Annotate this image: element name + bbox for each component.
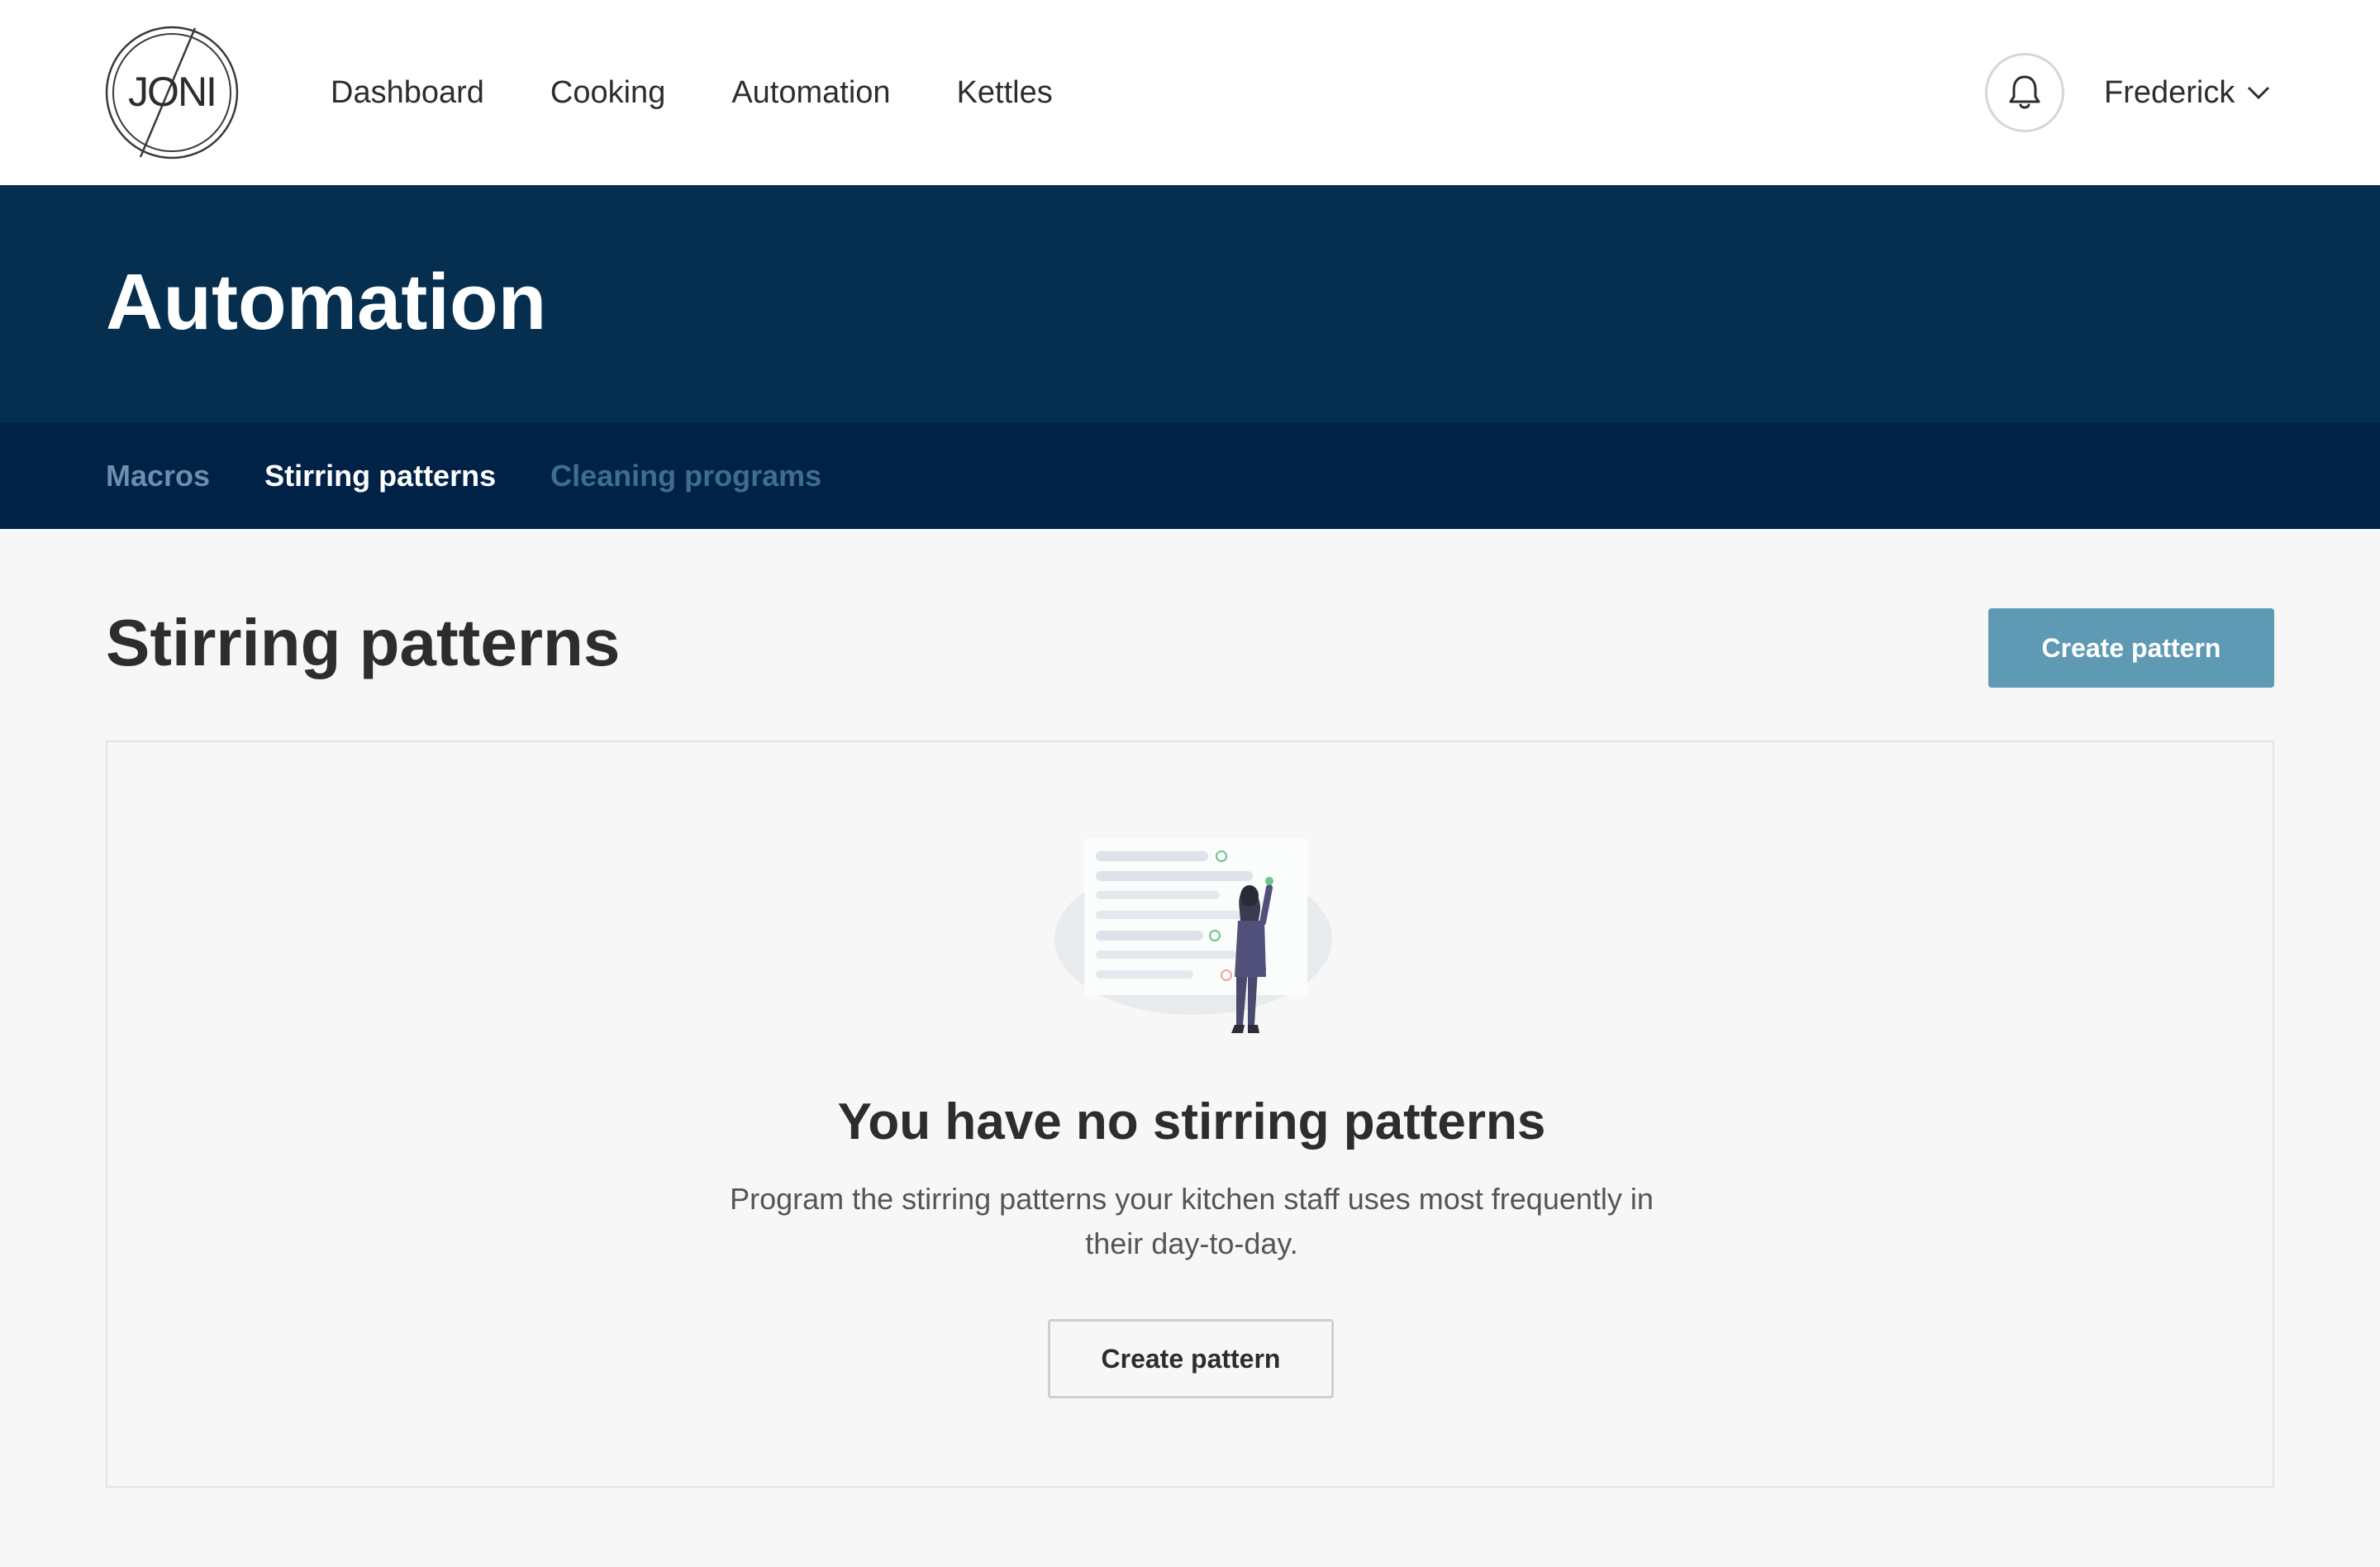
create-pattern-button[interactable]: Create pattern xyxy=(1988,608,2274,688)
nav-cooking[interactable]: Cooking xyxy=(550,75,665,111)
nav-kettles[interactable]: Kettles xyxy=(957,75,1053,111)
main-nav: Dashboard Cooking Automation Kettles xyxy=(331,0,1119,185)
joni-logo[interactable]: JONI xyxy=(104,25,240,160)
empty-state-create-pattern-button[interactable]: Create pattern xyxy=(1048,1319,1334,1398)
notifications-button[interactable] xyxy=(1985,53,2064,132)
automation-tabs: Macros Stirring patterns Cleaning progra… xyxy=(0,423,2380,529)
tab-stirring-patterns[interactable]: Stirring patterns xyxy=(264,459,496,493)
user-menu[interactable]: Frederick xyxy=(2104,66,2271,119)
person-checklist-illustration xyxy=(1054,838,1332,1033)
top-navigation: JONI Dashboard Cooking Automation Kettle… xyxy=(0,0,2380,185)
empty-state-description-line: their day-to-day. xyxy=(1085,1226,1298,1260)
tab-cleaning-programs[interactable]: Cleaning programs xyxy=(550,459,821,493)
user-name: Frederick xyxy=(2104,74,2235,110)
empty-state-title: You have no stirring patterns xyxy=(837,1093,1546,1150)
page-title: Stirring patterns xyxy=(106,606,621,679)
section-title: Automation xyxy=(106,258,547,346)
joni-logo-icon: JONI xyxy=(105,26,239,160)
bell-icon xyxy=(2009,75,2040,109)
nav-dashboard[interactable]: Dashboard xyxy=(331,75,484,111)
empty-state-card: You have no stirring patterns Program th… xyxy=(106,741,2274,1488)
chevron-down-icon xyxy=(2248,86,2270,100)
tab-macros[interactable]: Macros xyxy=(106,459,210,493)
page-header: Automation xyxy=(0,185,2380,423)
empty-state-description-line: Program the stirring patterns your kitch… xyxy=(730,1182,1654,1216)
logo-text: JONI xyxy=(128,69,216,115)
empty-state-description: Program the stirring patterns your kitch… xyxy=(107,1177,2276,1266)
nav-automation[interactable]: Automation xyxy=(731,75,890,111)
